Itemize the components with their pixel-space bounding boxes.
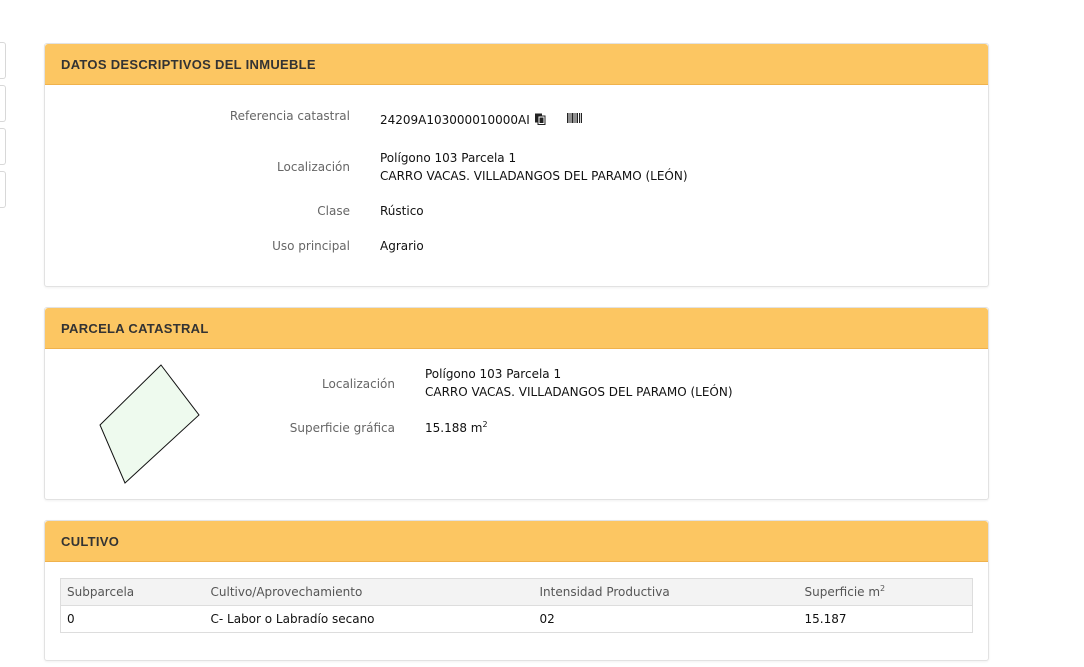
table-row: 0 C- Labor o Labradío secano 02 15.187 [60, 605, 973, 633]
cultivo-table: Subparcela Cultivo/Aprovechamiento Inten… [60, 578, 973, 633]
cell-subparcela: 0 [60, 605, 205, 633]
panel-cultivo: CULTIVO Subparcela Cultivo/Aprovechamien… [44, 520, 989, 661]
side-tabs [0, 42, 6, 214]
panel-header: PARCELA CATASTRAL [45, 308, 988, 349]
panel-parcela-catastral: PARCELA CATASTRAL Localización Polígono … [44, 307, 989, 500]
parcela-localizacion-line1: Polígono 103 Parcela 1 [425, 367, 562, 381]
uso-label: Uso principal [272, 239, 350, 253]
col-intensidad: Intensidad Productiva [533, 578, 799, 606]
col-cultivo: Cultivo/Aprovechamiento [204, 578, 534, 606]
superficie-exp: 2 [482, 420, 488, 429]
clase-value: Rústico [380, 204, 424, 218]
col-superficie-exp: 2 [880, 584, 886, 593]
side-tab-1[interactable] [0, 42, 6, 79]
superficie-value-wrap: 15.188 m2 [425, 419, 488, 437]
col-subparcela: Subparcela [60, 578, 205, 606]
panel-title: DATOS DESCRIPTIVOS DEL INMUEBLE [61, 56, 316, 72]
row-superficie: Superficie gráfica [45, 419, 395, 437]
parcela-localizacion-value: Polígono 103 Parcela 1 CARRO VACAS. VILL… [425, 365, 733, 401]
panel-header: DATOS DESCRIPTIVOS DEL INMUEBLE [45, 44, 988, 85]
localizacion-value: Polígono 103 Parcela 1 CARRO VACAS. VILL… [380, 149, 688, 185]
copy-icon[interactable] [534, 112, 546, 130]
cell-intensidad: 02 [533, 605, 799, 633]
row-parcela-localizacion: Localización [45, 375, 395, 393]
cell-superficie: 15.187 [798, 605, 973, 633]
panel-title: PARCELA CATASTRAL [61, 320, 209, 336]
parcela-localizacion-label: Localización [322, 377, 395, 391]
localizacion-line1: Polígono 103 Parcela 1 [380, 151, 517, 165]
row-clase: Clase [45, 202, 350, 220]
side-tab-3[interactable] [0, 128, 6, 165]
uso-value: Agrario [380, 239, 424, 253]
side-tab-2[interactable] [0, 85, 6, 122]
row-referencia: Referencia catastral [45, 107, 350, 125]
superficie-value: 15.188 m [425, 421, 483, 435]
panel-datos-descriptivos: DATOS DESCRIPTIVOS DEL INMUEBLE Referenc… [44, 43, 989, 287]
referencia-label: Referencia catastral [229, 109, 350, 123]
col-superficie: Superficie m2 [798, 578, 973, 606]
localizacion-line2: CARRO VACAS. VILLADANGOS DEL PARAMO (LEÓ… [380, 169, 688, 183]
superficie-label: Superficie gráfica [289, 421, 395, 435]
panel-header: CULTIVO [45, 521, 988, 562]
parcela-localizacion-line2: CARRO VACAS. VILLADANGOS DEL PARAMO (LEÓ… [425, 385, 733, 399]
localizacion-label: Localización [277, 160, 350, 174]
table-header-row: Subparcela Cultivo/Aprovechamiento Inten… [60, 578, 973, 606]
row-localizacion: Localización [45, 158, 350, 176]
cell-cultivo: C- Labor o Labradío secano [204, 605, 534, 633]
row-uso: Uso principal [45, 237, 350, 255]
side-tab-4[interactable] [0, 171, 6, 208]
barcode-icon[interactable] [567, 112, 583, 130]
panel-title: CULTIVO [61, 533, 120, 549]
referencia-value[interactable]: 24209A103000010000AI [380, 113, 530, 127]
col-superficie-label: Superficie m [804, 585, 881, 599]
referencia-value-wrap: 24209A103000010000AI [380, 111, 583, 130]
clase-label: Clase [317, 204, 350, 218]
